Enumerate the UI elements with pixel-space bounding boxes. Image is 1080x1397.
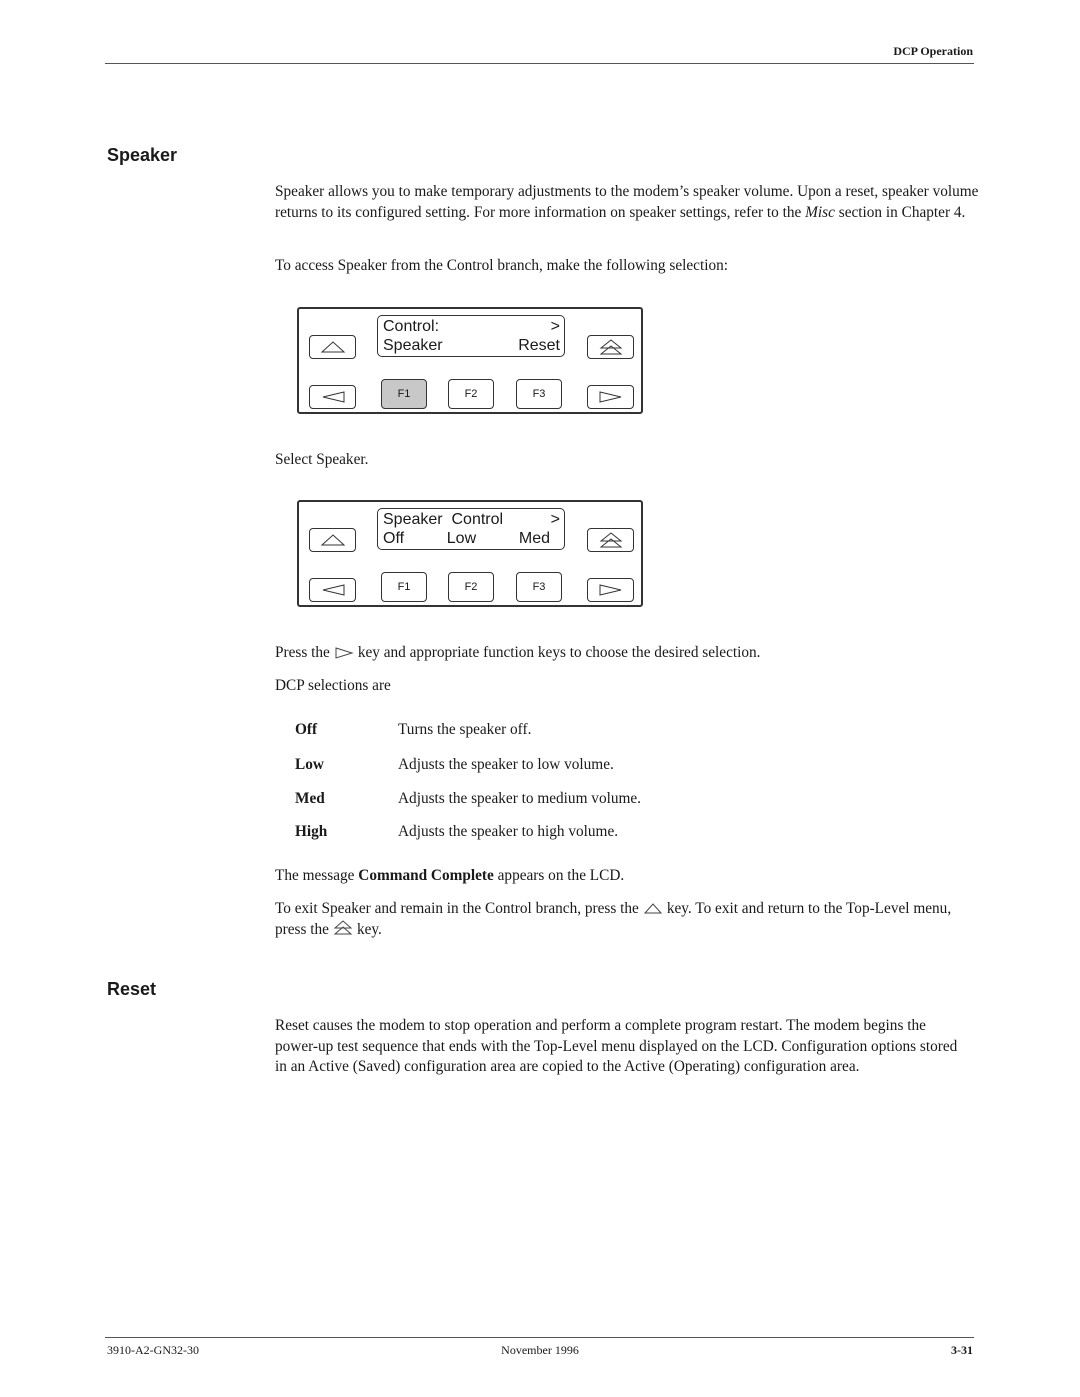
publication-date: November 1996 <box>501 1343 579 1357</box>
up-arrow-key[interactable] <box>309 335 356 359</box>
dcp-panel-speaker-control: Speaker Control > Off Low Med F1 F2 F3 <box>297 500 643 607</box>
section-heading-speaker: Speaker <box>107 145 178 165</box>
selection-desc-med: Adjusts the speaker to medium volume. <box>398 790 642 807</box>
left-arrow-key[interactable] <box>309 385 356 409</box>
up-arrow-key-icon <box>320 341 345 353</box>
f1-key[interactable]: F1 <box>381 572 427 602</box>
left-arrow-key-icon <box>322 584 344 596</box>
lcd-option-reset: Reset <box>518 337 560 354</box>
press-instruction: Press the key and appropriate function ke… <box>275 643 980 664</box>
f2-key[interactable]: F2 <box>448 572 494 602</box>
f3-key[interactable]: F3 <box>516 572 562 602</box>
message-text-before: The message <box>275 867 359 884</box>
exit-text-3: key. <box>356 920 382 938</box>
f1-key[interactable]: F1 <box>381 379 427 409</box>
lcd-display: Control: > Speaker Reset <box>377 315 565 357</box>
exit-text-1: To exit Speaker and remain in the Contro… <box>275 900 639 917</box>
selections-intro: DCP selections are <box>275 677 391 694</box>
f2-key[interactable]: F2 <box>448 379 494 409</box>
select-instruction: Select Speaker. <box>275 451 369 468</box>
lcd-more-indicator: > <box>550 511 560 528</box>
lcd-option-speaker: Speaker <box>383 337 443 354</box>
up-arrow-key[interactable] <box>309 528 356 552</box>
lcd-option-off: Off <box>383 530 405 547</box>
lcd-display: Speaker Control > Off Low Med <box>377 508 565 550</box>
lcd-line1-text: Speaker Control <box>383 511 504 528</box>
reset-paragraph: Reset causes the modem to stop operation… <box>275 1017 958 1075</box>
intro-text-2: section in Chapter 4. <box>834 203 966 221</box>
right-arrow-key-icon <box>599 391 621 403</box>
right-arrow-key[interactable] <box>587 385 634 409</box>
selection-desc-off: Turns the speaker off. <box>398 721 532 738</box>
lcd-option-med: Med <box>518 530 550 547</box>
lcd-line1-text: Control: <box>383 318 440 335</box>
right-arrow-key-icon <box>599 584 621 596</box>
running-header-title: DCP Operation <box>893 44 973 58</box>
footer-rule <box>105 1337 974 1338</box>
up-arrow-key-icon <box>320 534 345 546</box>
dcp-panel-control-menu: Control: > Speaker Reset F1 F2 F3 <box>297 307 643 414</box>
selection-term-low: Low <box>295 756 324 773</box>
lcd-more-indicator: > <box>550 318 560 335</box>
f3-key[interactable]: F3 <box>516 379 562 409</box>
top-level-key[interactable] <box>587 528 634 552</box>
selection-term-off: Off <box>295 721 318 738</box>
lcd-option-low: Low <box>446 530 477 547</box>
right-arrow-key-icon <box>335 647 354 659</box>
message-text-after: appears on the LCD. <box>493 867 625 884</box>
selection-term-med: Med <box>295 790 325 807</box>
left-arrow-key-icon <box>322 391 344 403</box>
misc-reference: Misc <box>805 203 835 221</box>
top-level-key[interactable] <box>587 335 634 359</box>
command-complete-message: The message Command Complete appears on … <box>275 866 980 887</box>
exit-instructions: To exit Speaker and remain in the Contro… <box>275 899 980 940</box>
access-instruction: To access Speaker from the Control branc… <box>275 257 729 274</box>
left-arrow-key[interactable] <box>309 578 356 602</box>
section-heading-reset: Reset <box>107 979 157 999</box>
up-arrow-key-icon <box>643 903 662 914</box>
header-rule <box>105 63 974 64</box>
top-level-key-icon <box>599 339 622 355</box>
press-text-before: Press the <box>275 644 330 661</box>
page-number: 3-31 <box>951 1343 973 1357</box>
right-arrow-key[interactable] <box>587 578 634 602</box>
selection-desc-low: Adjusts the speaker to low volume. <box>398 756 614 773</box>
selection-desc-high: Adjusts the speaker to high volume. <box>398 823 619 840</box>
speaker-intro-paragraph: Speaker allows you to make temporary adj… <box>275 182 980 223</box>
selection-term-high: High <box>295 823 328 840</box>
press-text-after: key and appropriate function keys to cho… <box>357 644 761 661</box>
command-complete-label: Command Complete <box>358 867 494 884</box>
top-level-key-icon <box>333 919 353 934</box>
top-level-key-icon <box>599 532 622 548</box>
